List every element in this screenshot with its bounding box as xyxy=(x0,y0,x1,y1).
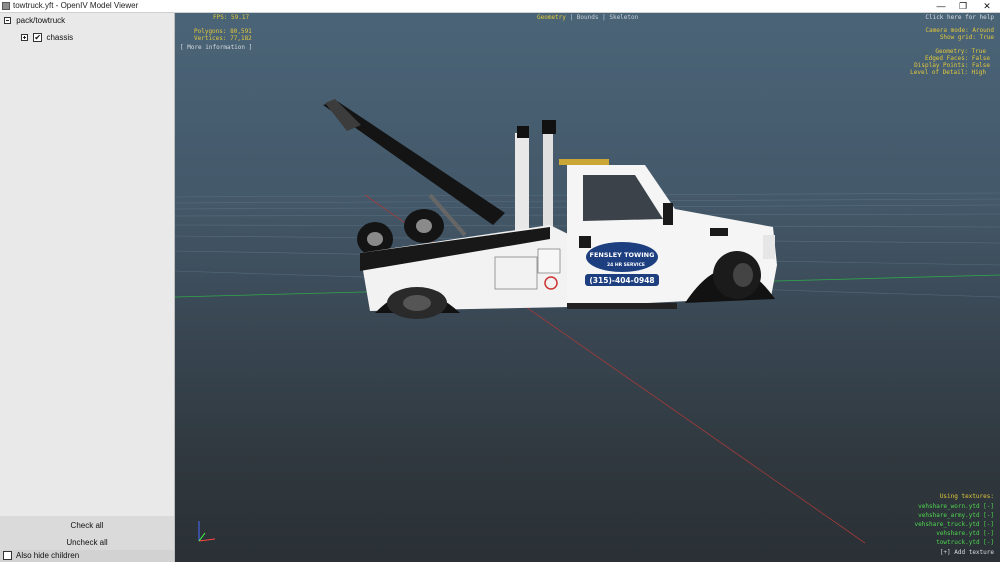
collapse-icon[interactable] xyxy=(4,17,11,25)
truck-logo-service: 24 HR SERVICE xyxy=(607,262,645,268)
tree-item-root-label: pack/towtruck xyxy=(16,16,66,25)
level-of-detail-toggle[interactable]: Level of Detail: High xyxy=(910,69,986,76)
chassis-checkbox[interactable]: ✔ xyxy=(33,33,43,43)
vertex-count: Vertices: 77,182 xyxy=(194,35,252,42)
tab-separator: | xyxy=(569,14,574,21)
truck-logo-company: FENSLEY TOWING xyxy=(590,251,655,259)
scene-canvas: FENSLEY TOWING 24 HR SERVICE (315)-404-0… xyxy=(175,99,1000,544)
model-viewport[interactable]: FENSLEY TOWING 24 HR SERVICE (315)-404-0… xyxy=(175,13,1000,562)
texture-item[interactable]: towtruck.ytd [-] xyxy=(936,539,994,546)
tab-geometry[interactable]: Geometry xyxy=(537,14,566,21)
texture-item[interactable]: vehshare.ytd [-] xyxy=(936,530,994,537)
sidebar-actions: Check all Uncheck all Also hide children xyxy=(0,516,174,562)
window-title: towtruck.yft - OpenIV Model Viewer xyxy=(13,1,139,10)
close-button[interactable]: ✕ xyxy=(976,0,998,12)
model-tree-panel: pack/towtruck ✔ chassis Check all Unchec… xyxy=(0,13,175,562)
axis-gizmo xyxy=(198,521,216,542)
tab-skeleton[interactable]: Skeleton xyxy=(609,14,638,21)
texture-item[interactable]: vehshare_worn.ytd [-] xyxy=(918,503,994,510)
polygon-count: Polygons: 80,591 xyxy=(194,28,252,35)
truck-phone-number: (315)-404-0948 xyxy=(589,276,654,285)
more-information-link[interactable]: [ More information ] xyxy=(180,44,252,51)
expand-icon[interactable] xyxy=(21,34,28,42)
app-icon xyxy=(2,2,10,10)
camera-mode-toggle[interactable]: Camera mode: Around xyxy=(925,27,994,34)
also-hide-children-label: Also hide children xyxy=(16,551,80,560)
view-mode-tabs: Geometry | Bounds | Skeleton xyxy=(537,14,638,21)
uncheck-all-button[interactable]: Uncheck all xyxy=(0,535,174,551)
also-hide-children-checkbox[interactable] xyxy=(3,551,12,561)
using-textures-heading: Using textures: xyxy=(939,493,994,500)
tree-item-root[interactable]: pack/towtruck xyxy=(4,15,65,26)
tab-bounds[interactable]: Bounds xyxy=(577,14,599,21)
tow-truck-model: FENSLEY TOWING 24 HR SERVICE (315)-404-0… xyxy=(323,99,777,319)
maximize-button[interactable]: ❐ xyxy=(952,0,974,12)
show-grid-toggle[interactable]: Show grid: True xyxy=(940,34,994,41)
also-hide-children-option[interactable]: Also hide children xyxy=(0,550,174,562)
texture-item[interactable]: vehshare_army.ytd [-] xyxy=(918,512,994,519)
tree-item-chassis[interactable]: ✔ chassis xyxy=(21,32,73,43)
texture-item[interactable]: vehshare_truck.ytd [-] xyxy=(915,521,994,528)
tree-item-chassis-label: chassis xyxy=(46,33,74,42)
check-all-button[interactable]: Check all xyxy=(0,518,174,534)
add-texture-button[interactable]: [+] Add texture xyxy=(940,549,994,556)
help-link[interactable]: Click here for help xyxy=(925,14,994,21)
title-bar: towtruck.yft - OpenIV Model Viewer — ❐ ✕ xyxy=(0,0,1000,13)
minimize-button[interactable]: — xyxy=(930,0,952,12)
edged-faces-toggle[interactable]: Edged Faces: False xyxy=(925,55,990,62)
geometry-toggle[interactable]: Geometry: True xyxy=(935,48,986,55)
display-points-toggle[interactable]: Display Points: False xyxy=(914,62,990,69)
fps-readout: FPS: 59.17 xyxy=(213,14,250,21)
tab-separator: | xyxy=(602,14,606,21)
